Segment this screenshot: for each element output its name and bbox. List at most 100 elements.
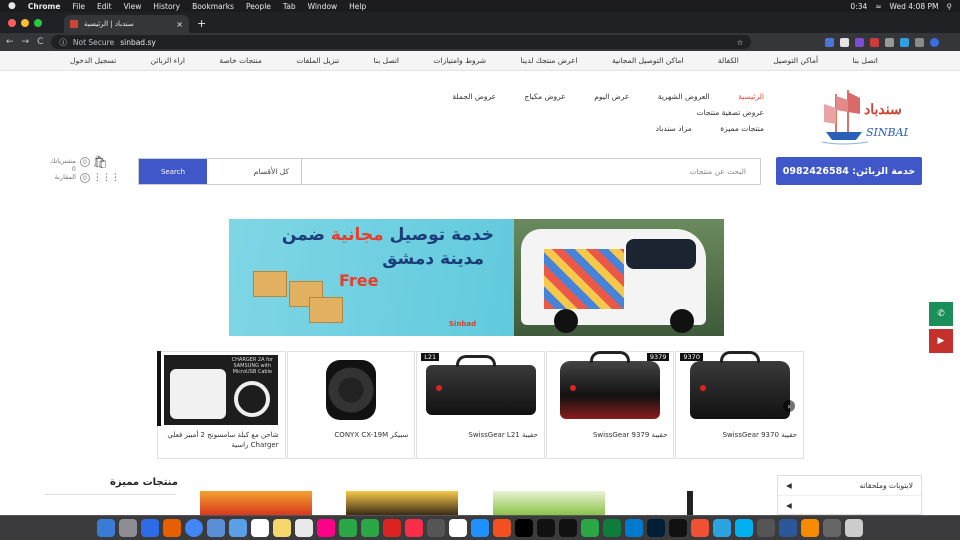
menu-today-offer[interactable]: عرض اليوم	[594, 89, 629, 105]
menu-people[interactable]: People	[246, 2, 271, 11]
address-bar[interactable]: ⓘ Not Secure sinbad.sy ☆	[51, 35, 752, 49]
back-icon[interactable]: ←	[6, 37, 14, 47]
extension-icon[interactable]	[870, 37, 879, 47]
menu-bookmarks[interactable]: Bookmarks	[192, 2, 234, 11]
menu-edit[interactable]: Edit	[97, 2, 112, 11]
calendar-icon[interactable]	[251, 519, 269, 537]
menu-auction[interactable]: مزاد سندباد	[656, 121, 692, 137]
menu-file[interactable]: File	[72, 2, 85, 11]
site-logo[interactable]: سندباد SINBAD	[812, 84, 913, 150]
browser-tab[interactable]: سندباد | الرئيسية ×	[64, 15, 189, 33]
menu-view[interactable]: View	[124, 2, 142, 11]
vlc-icon[interactable]	[801, 519, 819, 537]
menu-monthly-offers[interactable]: العروض الشهرية	[658, 89, 710, 105]
finder-icon[interactable]	[97, 519, 115, 537]
extension-icon[interactable]	[915, 37, 924, 47]
extension-icon[interactable]	[825, 37, 834, 47]
facetime-icon[interactable]	[339, 519, 357, 537]
reload-icon[interactable]: C	[37, 37, 43, 47]
launchpad-icon[interactable]	[119, 519, 137, 537]
menu-window[interactable]: Window	[308, 2, 338, 11]
app-icon[interactable]	[757, 519, 775, 537]
music-icon[interactable]	[405, 519, 423, 537]
whatsapp-icon[interactable]: ✆	[929, 302, 953, 326]
topnav-show-product[interactable]: اعرض منتجك لدينا	[521, 56, 578, 65]
mail-icon[interactable]	[229, 519, 247, 537]
topnav-delivery-places[interactable]: أماكن التوصيل	[773, 56, 818, 65]
topnav-downloads[interactable]: تنزيل الملفات	[296, 56, 339, 65]
topnav-contact[interactable]: اتصل بنا	[852, 56, 877, 65]
zoom-window-button[interactable]	[34, 19, 42, 27]
downloads-folder-icon[interactable]	[823, 519, 841, 537]
wifi-icon[interactable]: ≈	[875, 2, 881, 11]
product-name[interactable]: شاحن مع كبلة سامسونج 2 أمبير فعلي Charge…	[162, 430, 278, 450]
extension-icon[interactable]	[840, 37, 849, 47]
carousel-next-icon[interactable]: ›	[783, 400, 795, 412]
category-item[interactable]: لابتوبات وملحقاته ◀	[778, 476, 921, 496]
close-window-button[interactable]	[8, 19, 16, 27]
product-name[interactable]: حقيبة SwissGear 9379	[551, 430, 667, 440]
product-thumbnail[interactable]	[200, 491, 312, 515]
topnav-special-products[interactable]: منتجات خاصة	[219, 56, 261, 65]
word-icon[interactable]	[779, 519, 797, 537]
youtube-icon[interactable]: ▶	[929, 329, 953, 353]
menu-makeup-offers[interactable]: عروض مكياج	[525, 89, 566, 105]
extension-icon[interactable]	[900, 37, 909, 47]
search-input[interactable]: البحث عن منتجات	[302, 159, 760, 184]
forward-icon[interactable]: →	[22, 37, 30, 47]
product-card[interactable]: سبيكر CONYX CX-19M	[286, 351, 416, 459]
phpstorm-icon[interactable]	[515, 519, 533, 537]
skype-icon[interactable]	[735, 519, 753, 537]
terminal-icon[interactable]	[669, 519, 687, 537]
product-thumbnail[interactable]	[493, 491, 605, 515]
topnav-contact-2[interactable]: اتصل بنا	[374, 56, 399, 65]
safari-icon[interactable]	[141, 519, 159, 537]
system-preferences-icon[interactable]	[427, 519, 445, 537]
info-icon[interactable]: ⓘ	[59, 37, 67, 48]
messages-icon[interactable]	[361, 519, 379, 537]
product-name[interactable]: سبيكر CONYX CX-19M	[292, 430, 408, 440]
product-card[interactable]: CHARGER 2A for SAMSUNG with MicroUSB Cab…	[157, 351, 286, 459]
mini-cart[interactable]: مشترياتك 0 المقارنة 0 🛍 0 ⋮⋮⋮	[50, 155, 120, 183]
menu-featured-products[interactable]: منتجات مميزة	[720, 121, 764, 137]
search-button[interactable]: Search	[139, 159, 207, 184]
menu-clearance-offers[interactable]: عروض تصفية منتجات	[697, 105, 764, 121]
webstorm-icon[interactable]	[537, 519, 555, 537]
blocked-icon[interactable]	[383, 519, 401, 537]
search-spotlight-icon[interactable]: ⚲	[947, 2, 953, 11]
topnav-free-delivery[interactable]: اماكن التوصيل المجانية	[612, 56, 683, 65]
reminders-icon[interactable]	[295, 519, 313, 537]
product-card[interactable]: 9379 حقيبة SwissGear 9379	[545, 351, 675, 459]
firefox-icon[interactable]	[163, 519, 181, 537]
photos-icon[interactable]	[317, 519, 335, 537]
product-thumbnail[interactable]	[346, 491, 458, 515]
product-name[interactable]: حقيبة SwissGear L21	[421, 430, 537, 440]
menu-tab[interactable]: Tab	[283, 2, 296, 11]
app-icon[interactable]	[603, 519, 621, 537]
telegram-icon[interactable]	[713, 519, 731, 537]
extension-icon[interactable]	[855, 37, 864, 47]
photoshop-icon[interactable]	[647, 519, 665, 537]
menu-home[interactable]: الرئيسية	[738, 89, 764, 105]
carousel-prev-edge[interactable]	[157, 351, 161, 426]
close-tab-icon[interactable]: ×	[176, 20, 183, 29]
trash-icon[interactable]	[845, 519, 863, 537]
menu-history[interactable]: History	[153, 2, 180, 11]
menu-help[interactable]: Help	[349, 2, 366, 11]
topnav-terms[interactable]: شروط وامتيازات	[433, 56, 486, 65]
shopping-bag-icon[interactable]: 🛍	[93, 155, 108, 169]
extension-icon[interactable]	[885, 37, 894, 47]
profile-avatar-icon[interactable]	[930, 37, 939, 47]
clock[interactable]: Wed 4:08 PM	[890, 2, 939, 11]
product-card[interactable]: 9370 › حقيبة SwissGear 9370	[675, 351, 804, 459]
app-store-icon[interactable]	[471, 519, 489, 537]
apple-menu-icon[interactable]: ●	[8, 1, 16, 11]
search-category-select[interactable]: كل الأقسام	[207, 159, 302, 184]
preview-icon[interactable]	[207, 519, 225, 537]
category-item[interactable]: ◀	[778, 496, 921, 515]
bookmark-star-icon[interactable]: ☆	[737, 38, 744, 47]
product-thumbnail[interactable]	[687, 491, 693, 515]
free-delivery-banner[interactable]: خدمة توصيل مجانية ضمن مدينة دمشق Free Si…	[229, 219, 724, 336]
product-name[interactable]: حقيبة SwissGear 9370	[680, 430, 797, 440]
git-icon[interactable]	[691, 519, 709, 537]
